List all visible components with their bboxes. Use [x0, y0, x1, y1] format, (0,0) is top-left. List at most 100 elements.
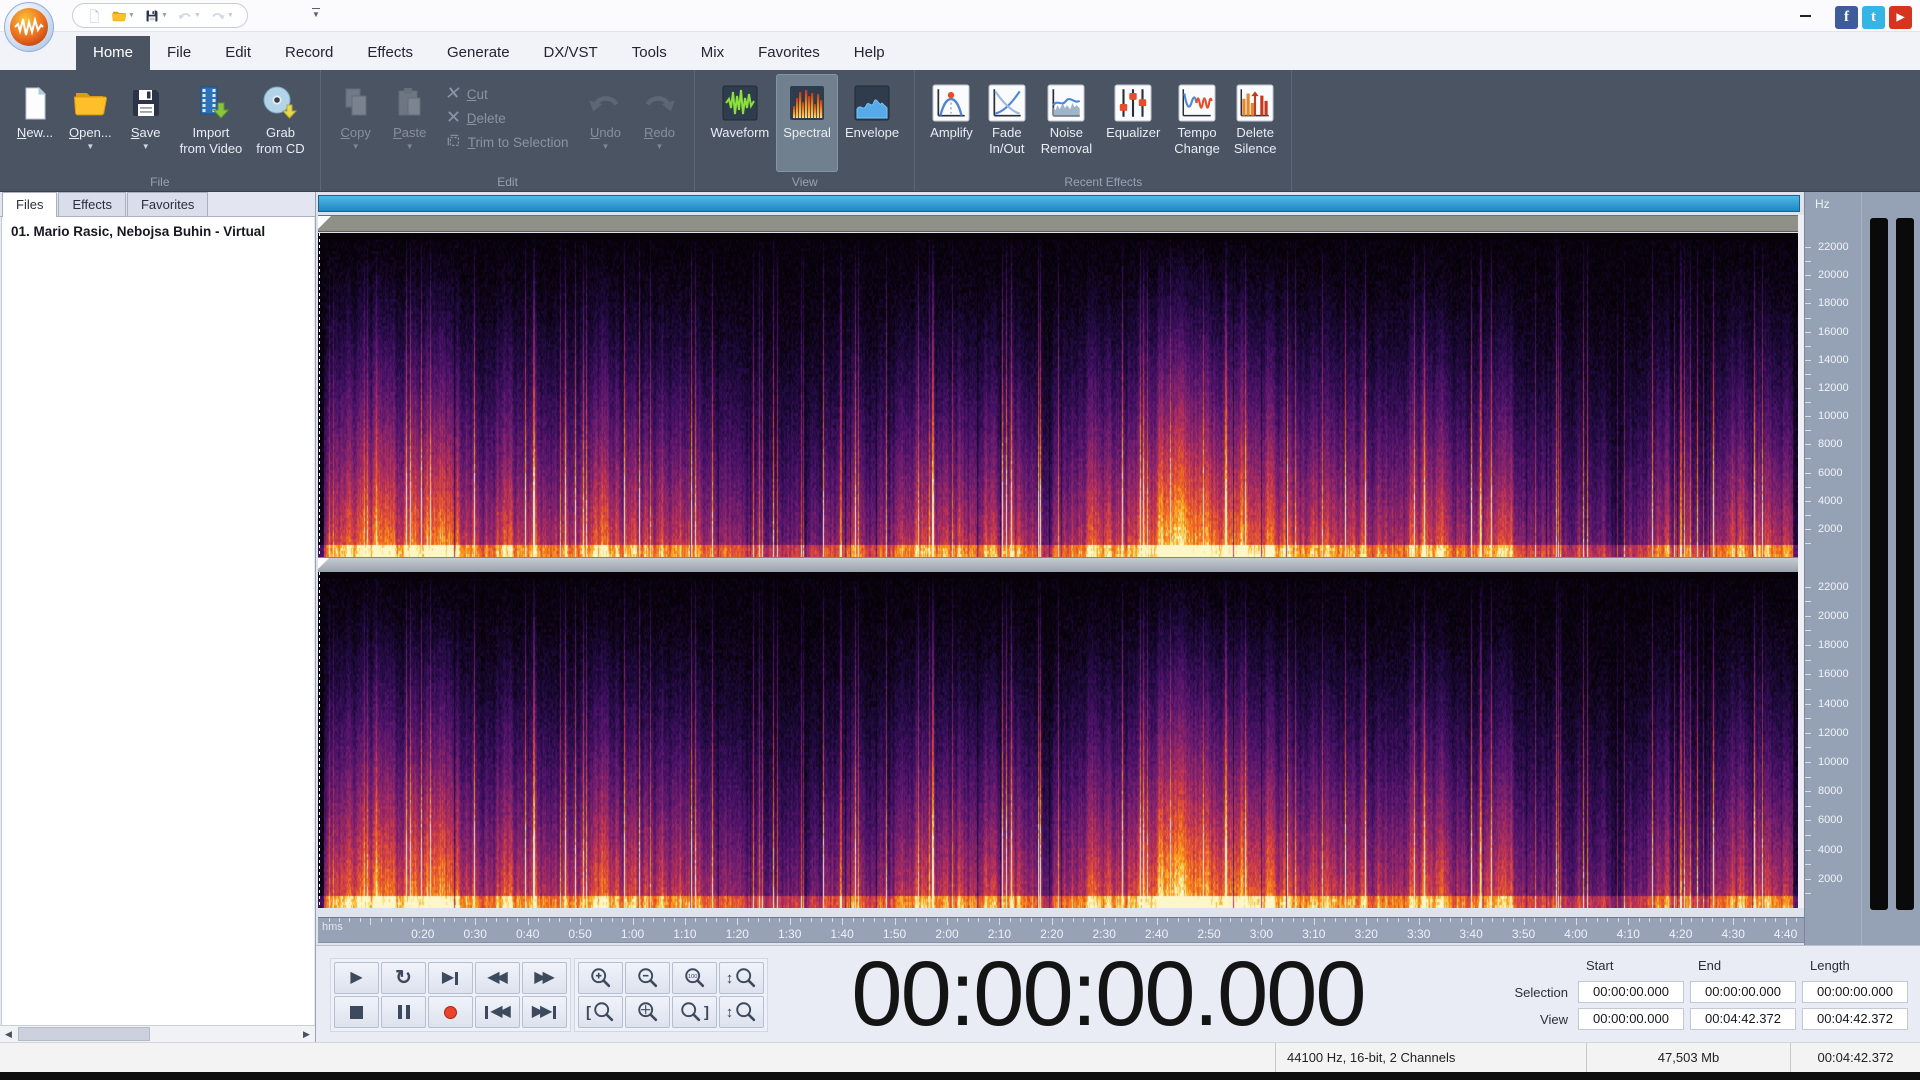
minimize-button[interactable] [1782, 0, 1828, 32]
zoom-selection-start-button[interactable]: [ [578, 996, 623, 1028]
ribbon-item-grab-from-cd[interactable]: Grab from CD [249, 74, 311, 172]
stop-button[interactable] [334, 996, 379, 1028]
spectrogram-channel-2[interactable] [318, 572, 1798, 908]
record-button[interactable] [428, 996, 473, 1028]
zoom-all-button[interactable] [625, 996, 670, 1028]
time-tick [1083, 918, 1085, 922]
forward-button[interactable]: ▶▶ [522, 962, 567, 994]
menu-tab-mix[interactable]: Mix [684, 36, 741, 70]
ribbon-item-trim-to-selection: Trim to Selection [447, 134, 568, 151]
play-button[interactable]: ▶ [334, 962, 379, 994]
freq-tick [1805, 776, 1811, 778]
menu-tab-help[interactable]: Help [837, 36, 902, 70]
rewind-button[interactable]: ◀◀ [475, 962, 520, 994]
time-tick-label: 0:40 [516, 927, 540, 941]
spectrogram-channel-1[interactable] [318, 233, 1798, 557]
overview-scrollbar[interactable] [318, 195, 1800, 212]
time-tick [1219, 918, 1221, 922]
sidebar-tab-favorites[interactable]: Favorites [126, 192, 209, 216]
ribbon-group-recent-effects: Amplify Fade In/Out Noise Removal Equalizer Te… [915, 70, 1293, 191]
view-end-field[interactable]: 00:04:42.372 [1690, 1008, 1796, 1030]
marker-strip-top[interactable] [318, 215, 1800, 232]
qat-save-icon[interactable]: ▼ [141, 7, 171, 25]
save-icon [127, 81, 165, 125]
time-tick-label: 4:10 [1616, 927, 1640, 941]
loop-button[interactable]: ↻ [381, 962, 426, 994]
time-tick [643, 918, 644, 922]
time-tick [1051, 918, 1053, 925]
zoom-out-button[interactable] [625, 962, 670, 994]
channel-divider[interactable] [318, 557, 1800, 572]
time-tick [747, 918, 749, 922]
new-icon [16, 81, 54, 125]
ribbon-item-spectral[interactable]: Spectral [776, 74, 838, 172]
menu-tab-tools[interactable]: Tools [615, 36, 684, 70]
time-tick [412, 918, 414, 922]
sidebar-horizontal-scrollbar[interactable]: ◀ ▶ [0, 1025, 315, 1042]
freq-tick [1805, 688, 1811, 690]
scrollbar-thumb[interactable] [18, 1027, 150, 1041]
sidebar-tab-files[interactable]: Files [2, 192, 58, 217]
freq-tick-label: 8000 [1818, 438, 1843, 451]
ribbon-item-fade-in-out[interactable]: Fade In/Out [980, 74, 1034, 172]
menu-tab-generate[interactable]: Generate [430, 36, 527, 70]
go-to-start-button[interactable]: ◀◀ [475, 996, 520, 1028]
view-length-field[interactable]: 00:04:42.372 [1802, 1008, 1908, 1030]
qat-new-file-icon[interactable] [83, 7, 105, 25]
freq-tick [1805, 835, 1811, 836]
freq-tick [1805, 878, 1811, 880]
quick-access-overflow-icon[interactable]: ▼ [312, 8, 320, 19]
spectrogram-area[interactable]: hms 0:20 0:30 0:40 0:50 1:00 1:10 1:20 1:30 1:40… [318, 192, 1804, 945]
menu-tab-file[interactable]: File [150, 36, 208, 70]
time-tick [1596, 918, 1598, 922]
menu-tab-favorites[interactable]: Favorites [741, 36, 837, 70]
file-list[interactable]: 01. Mario Rasic, Nebojsa Buhin - Virtual [1, 217, 314, 1025]
go-to-end-button[interactable]: ▶▶ [522, 996, 567, 1028]
time-tick [1355, 918, 1357, 922]
selection-row-label: View [1540, 1011, 1568, 1027]
ribbon-item-waveform[interactable]: Waveform [703, 74, 776, 172]
ribbon-item-equalizer[interactable]: Equalizer [1099, 74, 1167, 172]
ribbon-item-envelope[interactable]: Envelope [838, 74, 906, 172]
freq-tick-label: 20000 [1818, 269, 1849, 282]
zoom-100-button[interactable]: 100 [672, 962, 717, 994]
scroll-left-icon[interactable]: ◀ [0, 1026, 17, 1042]
time-tick [884, 918, 886, 922]
noise-icon [1047, 81, 1085, 125]
selection-length-field[interactable]: 00:00:00.000 [1802, 981, 1908, 1003]
zoom-in-button[interactable] [578, 962, 623, 994]
view-start-field[interactable]: 00:00:00.000 [1578, 1008, 1684, 1030]
ribbon-item-new[interactable]: New... [8, 74, 62, 172]
ribbon-item-delete-silence[interactable]: Delete Silence [1227, 74, 1284, 172]
selection-start-field[interactable]: 00:00:00.000 [1578, 981, 1684, 1003]
ribbon-item-noise-removal[interactable]: Noise Removal [1034, 74, 1099, 172]
ribbon-item-open[interactable]: Open... ▼ [62, 74, 119, 172]
file-list-item[interactable]: 01. Mario Rasic, Nebojsa Buhin - Virtual [2, 217, 314, 246]
scroll-right-icon[interactable]: ▶ [298, 1026, 315, 1042]
menu-tab-edit[interactable]: Edit [208, 36, 268, 70]
app-logo-icon[interactable] [4, 2, 54, 52]
zoom-selection-end-button[interactable]: ] [672, 996, 717, 1028]
ribbon-item-tempo-change[interactable]: Tempo Change [1167, 74, 1227, 172]
play-to-end-button[interactable]: ▶ [428, 962, 473, 994]
time-ruler[interactable]: hms 0:20 0:30 0:40 0:50 1:00 1:10 1:20 1:30 1:40… [318, 917, 1804, 943]
qat-undo-icon: ▼ [174, 7, 204, 25]
freq-tick [1805, 586, 1811, 588]
pause-button[interactable] [381, 996, 426, 1028]
menu-tab-record[interactable]: Record [268, 36, 350, 70]
selection-end-field[interactable]: 00:00:00.000 [1690, 981, 1796, 1003]
youtube-icon[interactable]: ▶ [1889, 6, 1912, 29]
sidebar-panel: Files Effects Favorites 01. Mario Rasic, N… [0, 192, 316, 1042]
ribbon-item-save[interactable]: Save ▼ [119, 74, 173, 172]
menu-tab-dx-vst[interactable]: DX/VST [527, 36, 615, 70]
facebook-icon[interactable]: f [1835, 6, 1858, 29]
twitter-icon[interactable]: t [1862, 6, 1885, 29]
time-tick [632, 918, 634, 925]
freq-tick-label: 14000 [1818, 697, 1849, 710]
ribbon-item-amplify[interactable]: Amplify [923, 74, 980, 172]
menu-tab-home[interactable]: Home [76, 36, 151, 70]
sidebar-tab-effects[interactable]: Effects [58, 192, 126, 216]
ribbon-item-import-from-video[interactable]: Import from Video [173, 74, 250, 172]
menu-tab-effects[interactable]: Effects [350, 36, 430, 70]
qat-open-folder-icon[interactable]: ▼ [108, 7, 138, 25]
